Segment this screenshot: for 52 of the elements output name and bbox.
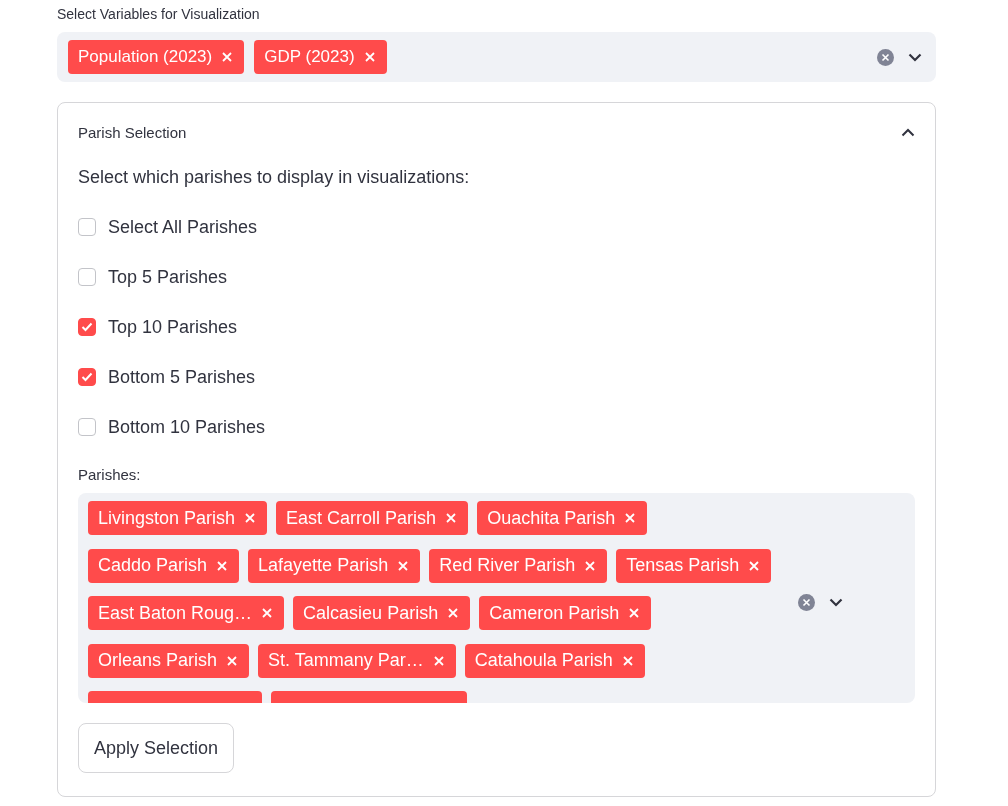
checkbox[interactable] <box>78 418 96 436</box>
remove-icon[interactable] <box>364 52 375 62</box>
checkbox[interactable] <box>78 268 96 286</box>
selected-tag: Red River Parish <box>429 548 608 583</box>
selected-tag: Livingston Parish <box>88 501 268 535</box>
remove-icon[interactable] <box>622 655 633 666</box>
remove-icon[interactable] <box>448 608 459 618</box>
selected-tag: Cameron Parish <box>479 596 652 630</box>
clear-icon[interactable] <box>877 48 894 66</box>
expander-header[interactable]: Parish Selection <box>78 103 915 161</box>
selected-tag: Lafayette Parish <box>248 548 421 583</box>
field-label: Select Variables for Visualization <box>57 5 261 24</box>
checkbox-label: Select All Parishes <box>108 216 258 238</box>
remove-icon[interactable] <box>625 513 636 523</box>
remove-icon[interactable] <box>222 52 233 62</box>
remove-icon[interactable] <box>245 513 256 523</box>
checkbox-label: Bottom 10 Parishes <box>108 416 266 438</box>
expander-title: Parish Selection <box>78 123 187 141</box>
checkbox[interactable] <box>78 368 96 386</box>
checkbox[interactable] <box>78 218 96 236</box>
checkbox[interactable] <box>78 318 96 336</box>
remove-icon[interactable] <box>749 560 760 571</box>
selected-tag: Ouachita Parish <box>477 501 648 535</box>
selected-tag: Calcasieu Parish <box>293 596 471 630</box>
checkbox-label: Top 10 Parishes <box>108 316 238 338</box>
remove-icon[interactable] <box>398 560 409 571</box>
selected-tag: GDP (2023) <box>254 40 387 74</box>
remove-icon[interactable] <box>227 655 238 666</box>
checkmark-icon <box>81 322 93 332</box>
selected-tag: St. Tammany Par… <box>258 643 456 678</box>
selected-tag: East Baton Roug… <box>88 596 285 630</box>
instruction-text: Select which parishes to display in visualizations: <box>78 167 471 188</box>
field-label: Parishes: <box>78 466 142 483</box>
remove-icon[interactable] <box>446 513 457 523</box>
chevron-down-icon[interactable] <box>908 52 922 62</box>
selected-tag: Tensas Parish <box>616 548 772 583</box>
checkbox-label: Bottom 5 Parishes <box>108 366 256 388</box>
remove-icon[interactable] <box>262 608 273 618</box>
selected-tag: Caddo Parish <box>88 548 240 583</box>
remove-icon[interactable] <box>585 560 596 571</box>
clear-icon[interactable] <box>798 593 815 611</box>
selected-tag: Population (2023) <box>68 40 245 74</box>
remove-icon[interactable] <box>629 608 640 618</box>
selected-tag: Orleans Parish <box>88 643 250 678</box>
selected-tag: East Carroll Parish <box>276 501 469 535</box>
remove-icon[interactable] <box>217 560 228 571</box>
checkmark-icon <box>81 372 93 382</box>
selected-tag: Catahoula Parish <box>464 643 645 678</box>
remove-icon[interactable] <box>433 655 444 666</box>
checkbox-label: Top 5 Parishes <box>108 266 228 288</box>
chevron-down-icon[interactable] <box>829 597 843 607</box>
apply-button[interactable]: Apply Selection <box>78 723 235 773</box>
